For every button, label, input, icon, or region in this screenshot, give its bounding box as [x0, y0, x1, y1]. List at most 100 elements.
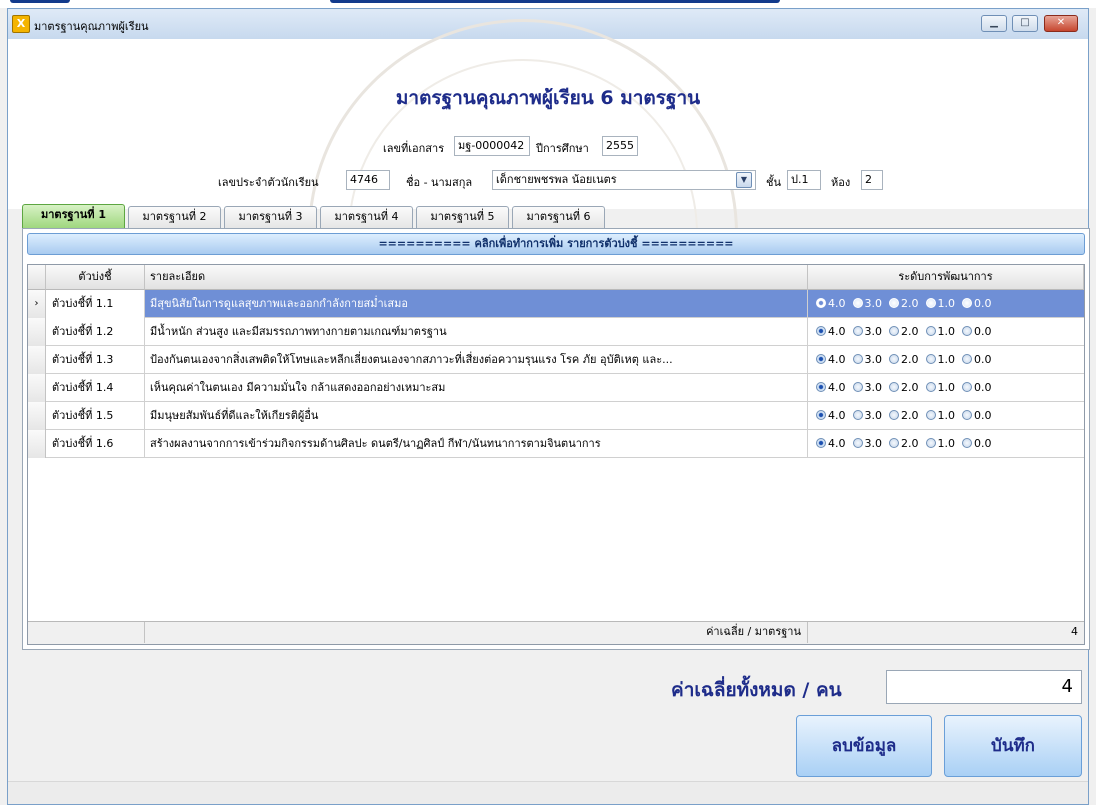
level-label: 4.0: [828, 353, 846, 366]
level-radio[interactable]: 4.0: [816, 346, 846, 373]
level-radio[interactable]: 3.0: [852, 430, 882, 457]
level-radio[interactable]: 3.0: [852, 290, 883, 317]
table-row[interactable]: ตัวบ่งชี้ที่ 1.5 มีมนุษยสัมพันธ์ที่ดีและใ…: [28, 402, 1084, 430]
maximize-button[interactable]: □: [1012, 15, 1038, 32]
level-radio[interactable]: 2.0: [889, 318, 919, 345]
radio-icon: [816, 298, 826, 308]
level-label: 4.0: [828, 437, 846, 450]
tab-standard-3[interactable]: มาตรฐานที่ 3: [224, 206, 317, 228]
level-radio[interactable]: 1.0: [925, 290, 955, 317]
level-radio[interactable]: 2.0: [889, 374, 919, 401]
level-label: 2.0: [901, 437, 919, 450]
header-area: มาตรฐานคุณภาพผู้เรียน 6 มาตรฐาน เลขที่เอ…: [8, 19, 1088, 449]
radio-icon: [852, 298, 863, 308]
level-radio[interactable]: 1.0: [925, 430, 956, 457]
detail-cell[interactable]: เห็นคุณค่าในตนเอง มีความมั่นใจ กล้าแสดงอ…: [145, 374, 808, 402]
indicator-cell[interactable]: ตัวบ่งชี้ที่ 1.1: [46, 290, 145, 318]
detail-cell[interactable]: มีน้ำหนัก ส่วนสูง และมีสมรรถภาพทางกายตาม…: [145, 318, 808, 346]
indicator-cell[interactable]: ตัวบ่งชี้ที่ 1.5: [46, 402, 145, 430]
table-row[interactable]: ตัวบ่งชี้ที่ 1.2 มีน้ำหนัก ส่วนสูง และมี…: [28, 318, 1084, 346]
row-header[interactable]: [28, 402, 46, 430]
level-radio[interactable]: 0.0: [962, 374, 992, 401]
level-label: 3.0: [864, 409, 883, 422]
student-id-label: เลขประจำตัวนักเรียน: [218, 176, 319, 189]
status-strip: [8, 781, 1088, 804]
tab-standard-5[interactable]: มาตรฐานที่ 5: [416, 206, 509, 228]
add-indicator-button[interactable]: ========== คลิกเพื่อทำการเพิ่ม รายการตัว…: [27, 233, 1085, 255]
level-label: 0.0: [974, 353, 992, 366]
row-header[interactable]: ›: [28, 290, 46, 318]
row-header[interactable]: [28, 374, 46, 402]
year-field[interactable]: 2555: [602, 136, 638, 156]
radio-icon: [962, 410, 972, 420]
level-label: 3.0: [864, 297, 883, 310]
overall-average-field[interactable]: 4: [886, 670, 1082, 704]
table-row[interactable]: ตัวบ่งชี้ที่ 1.3 ป้องกันตนเองจากสิ่งเสพติ…: [28, 346, 1084, 374]
tab-standard-6[interactable]: มาตรฐานที่ 6: [512, 206, 605, 228]
detail-cell[interactable]: ป้องกันตนเองจากสิ่งเสพติดให้โทษและหลีกเล…: [145, 346, 808, 374]
level-radio[interactable]: 4.0: [816, 290, 846, 317]
table-row[interactable]: ตัวบ่งชี้ที่ 1.6 สร้างผลงานจากการเข้าร่วม…: [28, 430, 1084, 458]
level-radio[interactable]: 0.0: [962, 346, 992, 373]
row-header[interactable]: [28, 346, 46, 374]
indicator-cell[interactable]: ตัวบ่งชี้ที่ 1.4: [46, 374, 145, 402]
tab-standard-2[interactable]: มาตรฐานที่ 2: [128, 206, 221, 228]
tab-standard-4[interactable]: มาตรฐานที่ 4: [320, 206, 413, 228]
level-label: 1.0: [937, 381, 956, 394]
level-radio[interactable]: 0.0: [962, 430, 992, 457]
level-radio[interactable]: 2.0: [889, 290, 919, 317]
save-button[interactable]: บันทึก: [944, 715, 1082, 777]
level-radio[interactable]: 3.0: [852, 374, 882, 401]
tab-standard-1[interactable]: มาตรฐานที่ 1: [22, 204, 125, 228]
name-select[interactable]: เด็กชายพชรพล น้อยเนตร: [492, 170, 756, 190]
row-header[interactable]: [28, 430, 46, 458]
level-radio[interactable]: 2.0: [889, 430, 919, 457]
level-radio[interactable]: 0.0: [962, 318, 992, 345]
level-radio[interactable]: 1.0: [925, 346, 955, 373]
radio-icon: [962, 326, 972, 336]
level-radio[interactable]: 3.0: [852, 318, 882, 345]
level-radio[interactable]: 4.0: [816, 318, 846, 345]
indicator-cell[interactable]: ตัวบ่งชี้ที่ 1.3: [46, 346, 145, 374]
level-radio[interactable]: 0.0: [962, 402, 992, 429]
delete-button[interactable]: ลบข้อมูล: [796, 715, 932, 777]
class-field[interactable]: ป.1: [787, 170, 821, 190]
radio-icon: [889, 298, 899, 308]
detail-cell[interactable]: มีสุขนิสัยในการดูแลสุขภาพและออกกำลังกายส…: [145, 290, 808, 318]
level-radio[interactable]: 2.0: [889, 346, 919, 373]
minimize-button[interactable]: ▁: [981, 15, 1007, 32]
level-radio[interactable]: 1.0: [925, 402, 955, 429]
year-label: ปีการศึกษา: [536, 142, 589, 155]
level-radio[interactable]: 1.0: [925, 374, 956, 401]
chevron-down-icon[interactable]: ▼: [736, 172, 752, 188]
level-label: 1.0: [937, 437, 956, 450]
level-radio[interactable]: 4.0: [816, 430, 846, 457]
level-radio[interactable]: 0.0: [962, 290, 992, 317]
level-radio[interactable]: 1.0: [925, 318, 955, 345]
table-row[interactable]: ตัวบ่งชี้ที่ 1.4 เห็นคุณค่าในตนเอง มีความ…: [28, 374, 1084, 402]
student-id-field[interactable]: 4746: [346, 170, 390, 190]
row-header[interactable]: [28, 318, 46, 346]
indicator-cell[interactable]: ตัวบ่งชี้ที่ 1.6: [46, 430, 145, 458]
detail-cell[interactable]: มีมนุษยสัมพันธ์ที่ดีและให้เกียรติผู้อื่น: [145, 402, 808, 430]
room-field[interactable]: 2: [861, 170, 883, 190]
doc-no-field[interactable]: มฐ-0000042: [454, 136, 530, 156]
indicator-cell[interactable]: ตัวบ่งชี้ที่ 1.2: [46, 318, 145, 346]
title-bar[interactable]: X มาตรฐานคุณภาพผู้เรียน ▁ □ ✕: [8, 9, 1088, 40]
level-radio[interactable]: 4.0: [816, 402, 846, 429]
level-label: 0.0: [974, 409, 992, 422]
level-radio[interactable]: 4.0: [816, 374, 846, 401]
radio-icon: [962, 354, 972, 364]
radio-icon: [852, 326, 863, 336]
table-row[interactable]: › ตัวบ่งชี้ที่ 1.1 มีสุขนิสัยในการดูแลสุขภ…: [28, 290, 1084, 318]
average-label: ค่าเฉลี่ย / มาตรฐาน: [145, 622, 808, 643]
radio-icon: [889, 382, 899, 392]
radio-icon: [925, 438, 936, 448]
detail-cell[interactable]: สร้างผลงานจากการเข้าร่วมกิจกรรมด้านศิลปะ…: [145, 430, 808, 458]
app-icon: X: [12, 15, 30, 33]
level-radio[interactable]: 3.0: [852, 402, 883, 429]
level-label: 0.0: [974, 325, 992, 338]
level-radio[interactable]: 3.0: [852, 346, 882, 373]
close-button[interactable]: ✕: [1044, 15, 1078, 32]
level-radio[interactable]: 2.0: [889, 402, 919, 429]
